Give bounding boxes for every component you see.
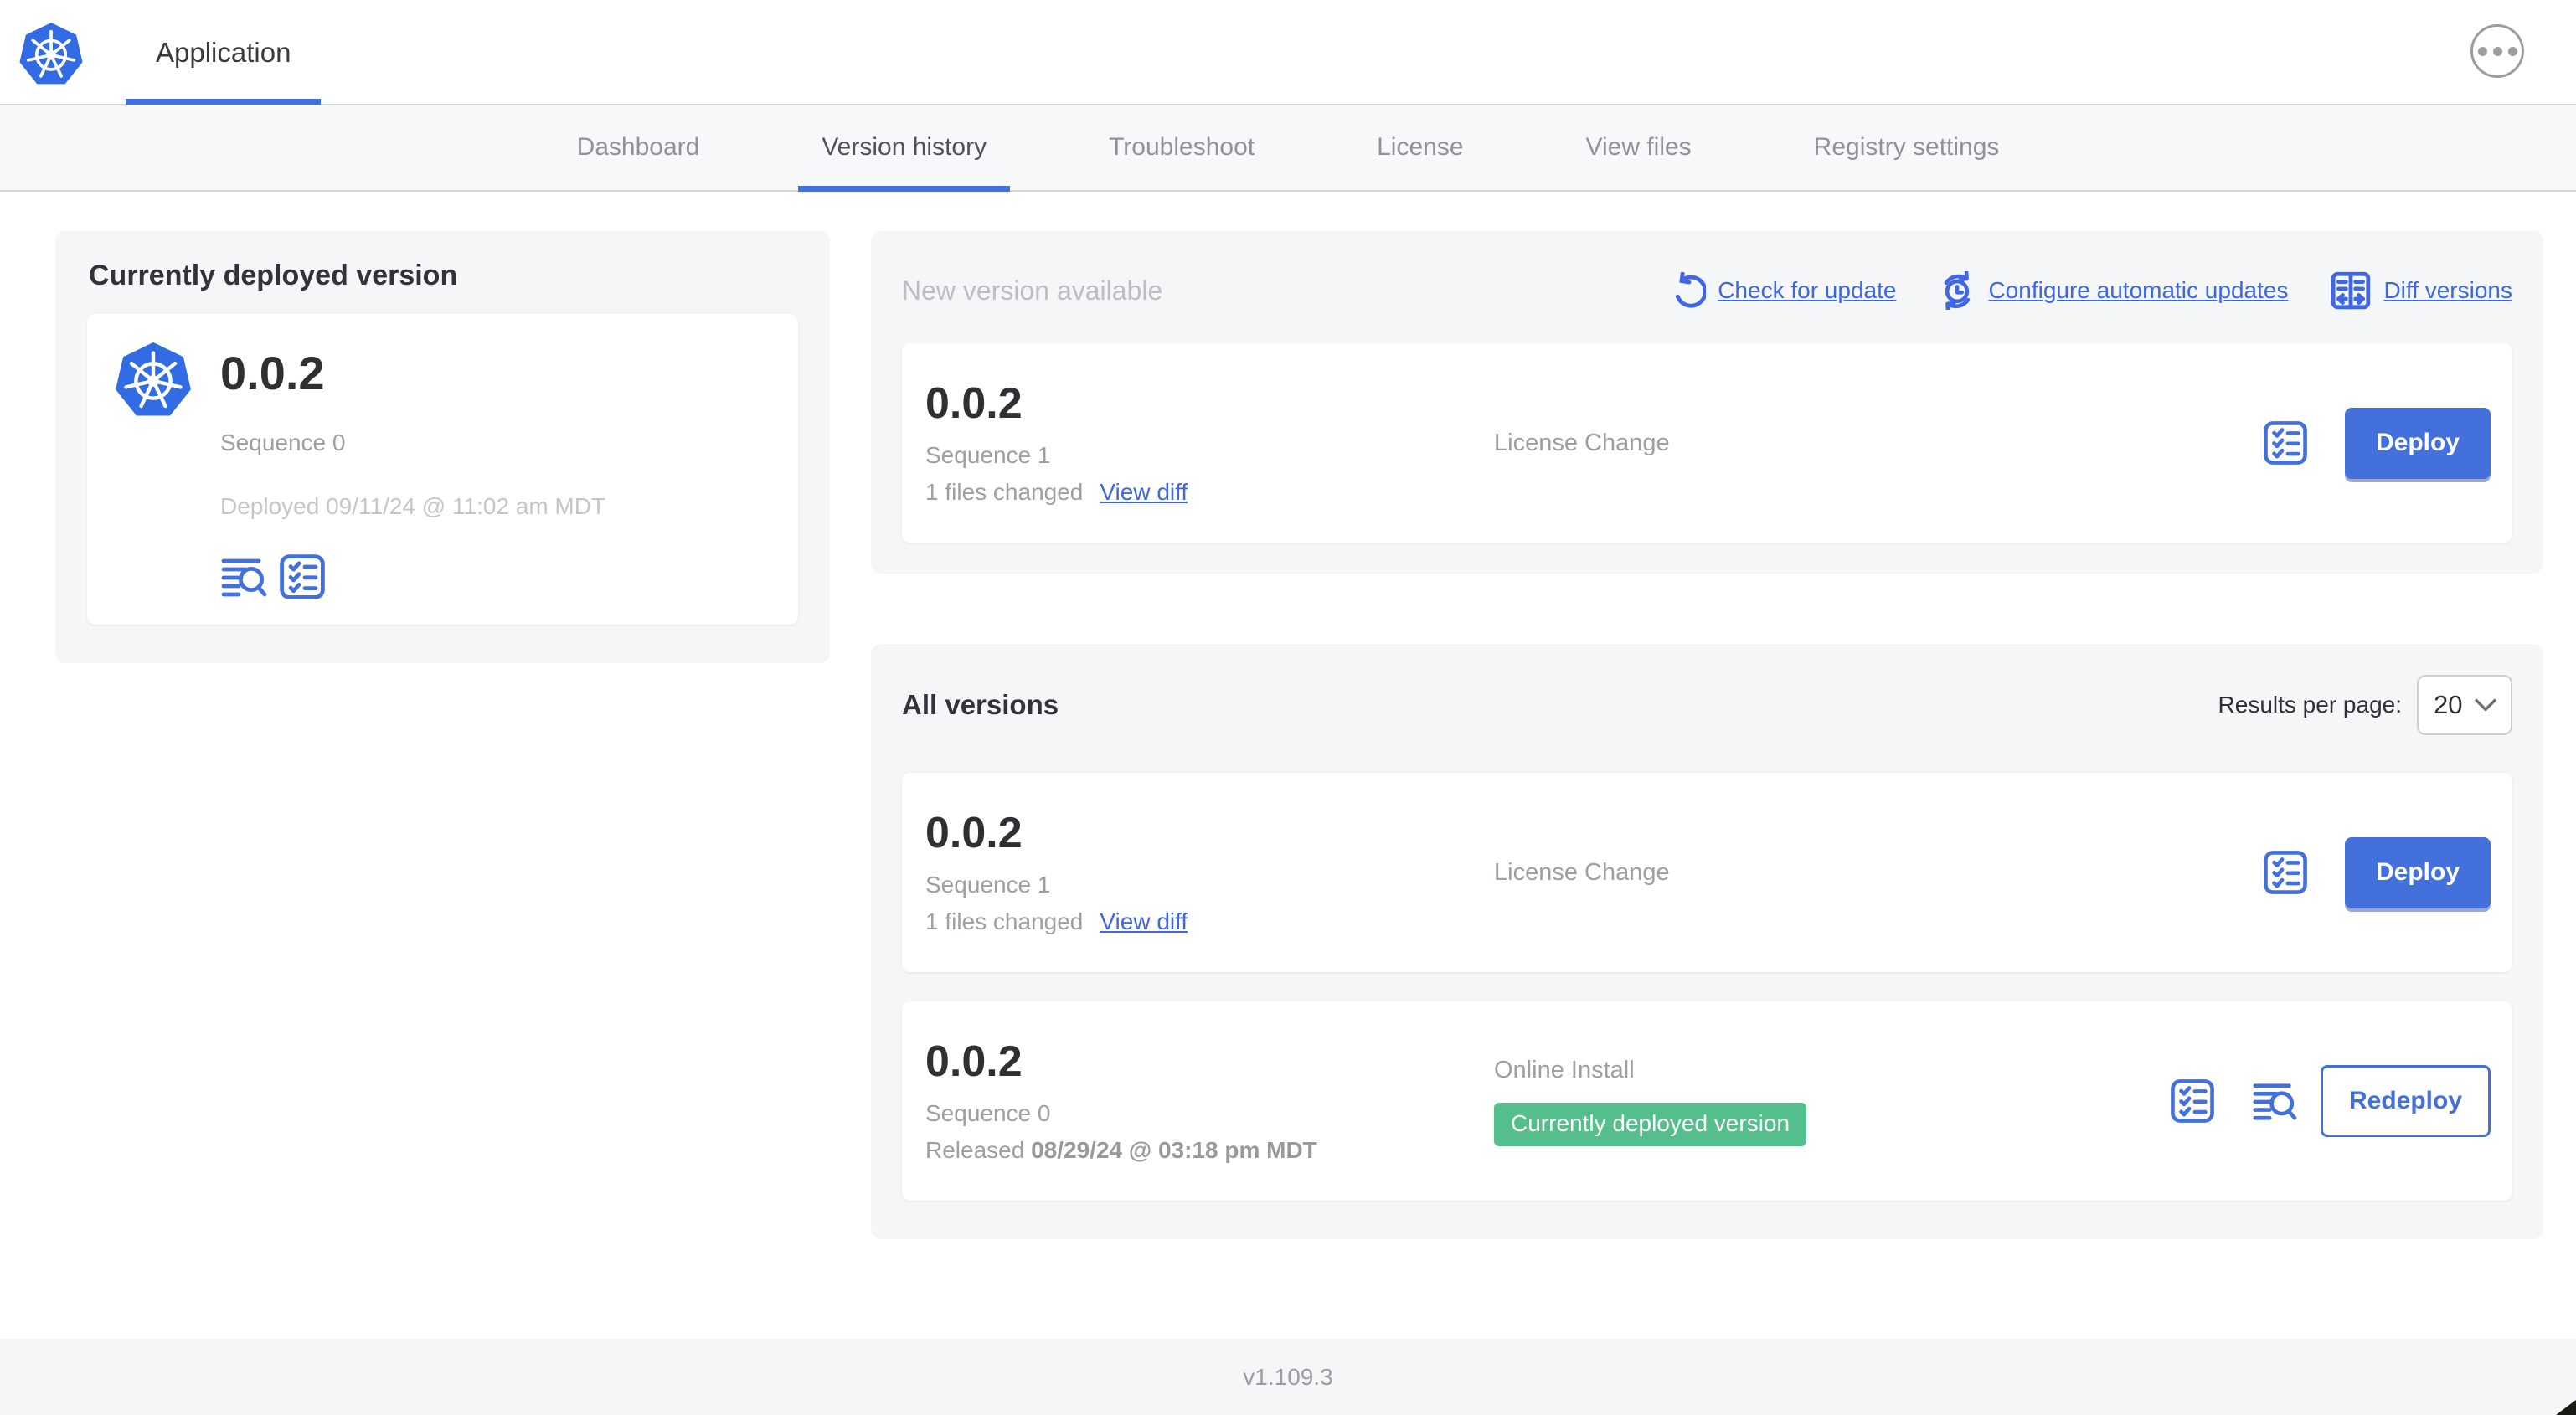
- view-deploy-logs-button[interactable]: [2252, 1078, 2297, 1124]
- app-footer: v1.109.3: [0, 1339, 2576, 1415]
- version-number: 0.0.2: [925, 809, 1023, 858]
- app-header: Application: [0, 0, 2576, 105]
- all-versions-panel: All versions Results per page: 20 0.0.2 …: [871, 644, 2543, 1239]
- admin-console-version: v1.109.3: [1243, 1363, 1333, 1390]
- results-per-page-label: Results per page:: [2218, 692, 2402, 718]
- version-number: 0.0.2: [925, 1037, 1023, 1087]
- tab-troubleshoot[interactable]: Troubleshoot: [1085, 105, 1278, 190]
- version-sequence: Sequence 0: [925, 1099, 1051, 1126]
- right-column: New version available Check for update C…: [871, 231, 2543, 1239]
- page-nav: Dashboard Version history Troubleshoot L…: [0, 105, 2576, 192]
- redeploy-button[interactable]: Redeploy: [2321, 1065, 2491, 1137]
- kubernetes-logo-icon: [17, 18, 85, 89]
- app-title: Application: [156, 36, 291, 68]
- files-changed-label: 1 files changed: [925, 478, 1084, 505]
- preflight-checks-button[interactable]: [2263, 420, 2308, 466]
- view-deploy-logs-button[interactable]: [220, 553, 267, 600]
- new-version-card: 0.0.2 Sequence 1 1 files changed View di…: [902, 343, 2512, 543]
- version-source: Online Install: [1494, 1056, 1635, 1083]
- preflight-checks-button[interactable]: [279, 553, 326, 600]
- tab-license[interactable]: License: [1353, 105, 1486, 190]
- currently-deployed-badge: Currently deployed version: [1494, 1102, 1807, 1146]
- chevron-down-icon: [2475, 698, 2496, 712]
- refresh-icon: [1669, 272, 1706, 309]
- new-version-panel: New version available Check for update C…: [871, 231, 2543, 574]
- version-row: 0.0.2 Sequence 0 Released 08/29/24 @ 03:…: [902, 1001, 2512, 1201]
- currently-deployed-panel: Currently deployed version 0.0.2 Sequenc…: [55, 231, 830, 663]
- tab-view-files[interactable]: View files: [1563, 105, 1715, 190]
- version-sequence: Sequence 1: [925, 871, 1051, 898]
- more-menu-button[interactable]: [2470, 24, 2524, 78]
- version-sequence: Sequence 1: [925, 441, 1051, 468]
- version-source: License Change: [1494, 429, 1670, 456]
- deployed-version-card: 0.0.2 Sequence 0 Deployed 09/11/24 @ 11:…: [87, 314, 798, 625]
- logs-icon: [220, 553, 267, 600]
- deployed-timestamp: Deployed 09/11/24 @ 11:02 am MDT: [220, 492, 606, 519]
- checklist-icon: [2263, 420, 2308, 466]
- tab-dashboard[interactable]: Dashboard: [554, 105, 724, 190]
- results-per-page-select[interactable]: 20: [2417, 675, 2512, 735]
- view-diff-link[interactable]: View diff: [1100, 908, 1188, 935]
- tab-registry-settings[interactable]: Registry settings: [1790, 105, 2023, 190]
- diff-icon: [2330, 270, 2372, 311]
- all-versions-title: All versions: [902, 689, 1059, 720]
- released-timestamp: Released 08/29/24 @ 03:18 pm MDT: [925, 1136, 1317, 1163]
- schedule-icon: [1938, 271, 1976, 310]
- preflight-checks-button[interactable]: [2263, 850, 2308, 895]
- view-diff-link[interactable]: View diff: [1100, 479, 1188, 506]
- check-for-update-link[interactable]: Check for update: [1669, 272, 1896, 309]
- deploy-button[interactable]: Deploy: [2345, 407, 2491, 479]
- logs-icon: [2252, 1078, 2297, 1124]
- checklist-icon: [279, 553, 326, 600]
- new-version-title: New version available: [902, 275, 1163, 306]
- diff-versions-link[interactable]: Diff versions: [2330, 270, 2512, 311]
- deploy-button[interactable]: Deploy: [2345, 836, 2491, 908]
- tab-version-history[interactable]: Version history: [798, 105, 1010, 192]
- configure-automatic-updates-link[interactable]: Configure automatic updates: [1938, 271, 2288, 310]
- kubernetes-logo-icon: [112, 337, 194, 605]
- app-tab-application[interactable]: Application: [126, 0, 322, 105]
- deployed-sequence: Sequence 0: [220, 429, 346, 455]
- preflight-checks-button[interactable]: [2170, 1078, 2215, 1124]
- ellipsis-icon: [2477, 46, 2517, 56]
- checklist-icon: [2263, 850, 2308, 895]
- checklist-icon: [2170, 1078, 2215, 1124]
- main-content: Currently deployed version 0.0.2 Sequenc…: [0, 192, 2576, 1339]
- currently-deployed-title: Currently deployed version: [89, 260, 458, 291]
- version-number: 0.0.2: [925, 379, 1023, 429]
- version-source: License Change: [1494, 858, 1670, 886]
- files-changed-label: 1 files changed: [925, 908, 1084, 934]
- deployed-version-number: 0.0.2: [220, 347, 325, 399]
- version-row: 0.0.2 Sequence 1 1 files changed View di…: [902, 773, 2512, 972]
